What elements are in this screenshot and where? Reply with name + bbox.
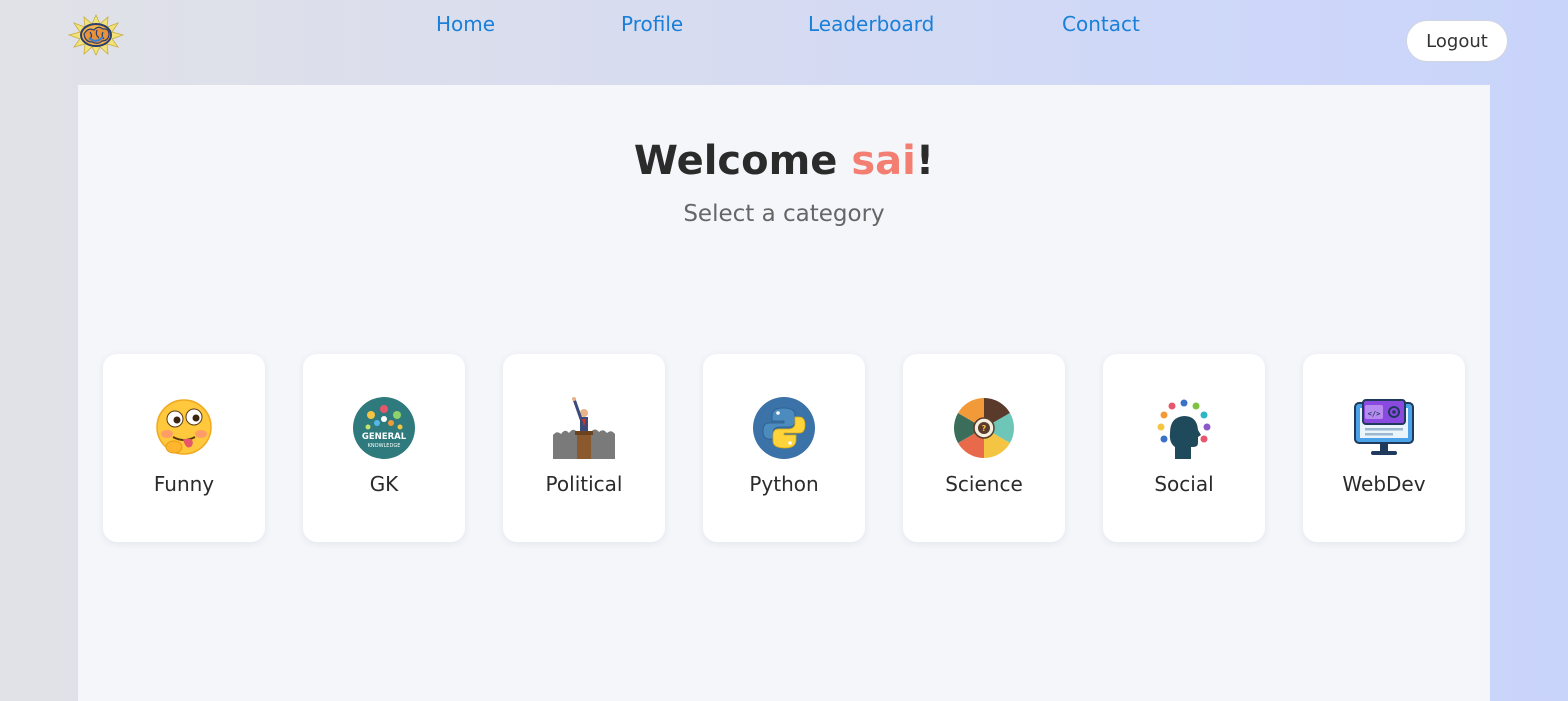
category-label: WebDev: [1342, 472, 1426, 496]
science-wheel-icon: ?: [953, 398, 1015, 458]
nav-profile-link[interactable]: Profile: [621, 12, 683, 36]
category-card-science[interactable]: ? Science: [903, 354, 1065, 542]
nav-home-link[interactable]: Home: [436, 12, 495, 36]
category-card-political[interactable]: Political: [503, 354, 665, 542]
username: sai: [851, 138, 916, 184]
main-panel: Welcome sai! Select a category Funny GEN…: [78, 85, 1490, 701]
general-knowledge-badge-icon: GENERAL KNOWLEDGE: [353, 397, 415, 459]
winking-tongue-emoji-icon: [156, 399, 212, 455]
svg-text:</>: </>: [1368, 410, 1381, 418]
category-label: Funny: [153, 472, 215, 496]
category-label: Social: [1154, 472, 1214, 496]
politician-podium-icon: [553, 397, 615, 459]
select-category-subtitle: Select a category: [683, 201, 885, 227]
svg-text:?: ?: [982, 424, 987, 433]
welcome-suffix: !: [915, 138, 935, 184]
svg-text:GENERAL: GENERAL: [362, 432, 407, 442]
main-nav: Home Profile Leaderboard Contact: [0, 12, 1568, 40]
nav-contact-link[interactable]: Contact: [1062, 12, 1140, 36]
welcome-heading: Welcome sai!: [78, 137, 1490, 185]
nav-leaderboard-link[interactable]: Leaderboard: [808, 12, 934, 36]
python-logo-icon: [753, 397, 815, 459]
category-card-webdev[interactable]: </> WebDev: [1303, 354, 1465, 542]
webdev-monitor-icon: </>: [1354, 399, 1414, 455]
category-card-funny[interactable]: Funny: [103, 354, 265, 542]
svg-text:KNOWLEDGE: KNOWLEDGE: [368, 443, 401, 449]
category-card-python[interactable]: Python: [703, 354, 865, 542]
category-label: Science: [945, 472, 1023, 496]
category-card-gk[interactable]: GENERAL KNOWLEDGE GK: [303, 354, 465, 542]
social-head-icon: [1157, 399, 1211, 459]
category-label: Python: [749, 472, 819, 496]
category-card-social[interactable]: Social: [1103, 354, 1265, 542]
category-label: GK: [369, 472, 399, 496]
welcome-prefix: Welcome: [633, 138, 852, 184]
category-label: Political: [545, 472, 623, 496]
logout-button[interactable]: Logout: [1406, 20, 1508, 62]
